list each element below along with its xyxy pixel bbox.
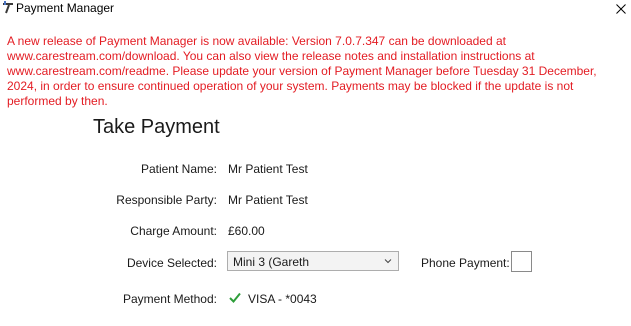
device-selected-label: Device Selected: [126,256,217,270]
payment-method-value: VISA - *0043 [248,292,317,306]
device-select-value: Mini 3 (Gareth [233,255,310,269]
phone-payment-label: Phone Payment: [421,256,510,270]
page-title: Take Payment [93,116,220,138]
chevron-down-icon [384,259,392,264]
title-bar: Payment Manager [0,0,631,22]
payment-manager-window: Payment Manager A new release of Payment… [0,0,631,326]
update-warning-message: A new release of Payment Manager is now … [7,34,597,108]
charge-amount-label: Charge Amount: [130,224,217,238]
charge-amount-value: £60.00 [228,224,265,238]
close-icon [616,4,626,14]
responsible-party-label: Responsible Party: [116,193,217,207]
phone-payment-checkbox[interactable] [511,251,532,272]
patient-name-value: Mr Patient Test [228,162,308,176]
patient-name-label: Patient Name: [140,162,217,176]
close-button[interactable] [612,0,630,18]
device-select[interactable]: Mini 3 (Gareth [227,251,399,271]
payment-method-label: Payment Method: [122,292,217,306]
window-title: Payment Manager [16,1,115,15]
checkmark-icon [229,292,241,303]
responsible-party-value: Mr Patient Test [228,193,308,207]
payment-manager-app-icon [2,1,14,15]
